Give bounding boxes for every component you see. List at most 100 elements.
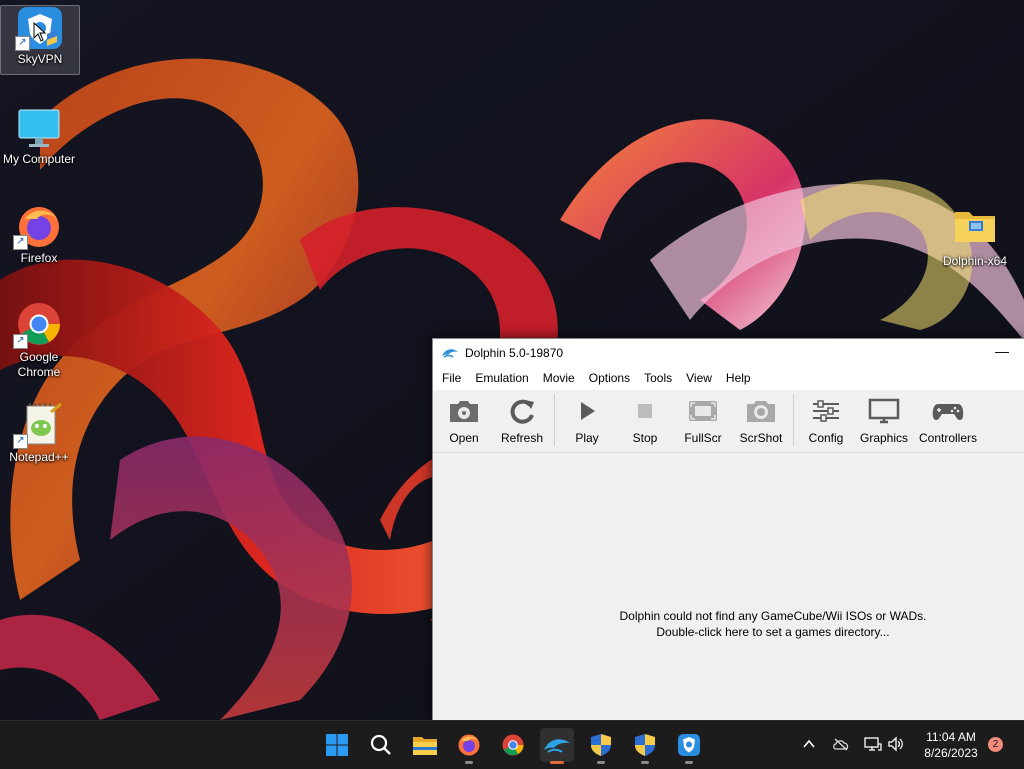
toolbar-separator <box>554 394 555 446</box>
play-label: Play <box>575 431 599 445</box>
chrome-icon <box>502 734 524 756</box>
taskbar-dolphin[interactable] <box>540 728 574 764</box>
window-titlebar[interactable]: Dolphin 5.0-19870 — <box>433 339 1024 366</box>
graphics-button[interactable]: Graphics <box>855 392 913 450</box>
desktop-icon-skyvpn[interactable]: ↗ SkyVPN <box>0 5 80 75</box>
dolphin-icon <box>544 739 570 753</box>
desktop-icon-notepadpp[interactable]: ↗ Notepad++ <box>0 402 78 465</box>
menu-help[interactable]: Help <box>719 368 758 388</box>
menu-file[interactable]: File <box>435 368 468 388</box>
stop-label: Stop <box>632 431 658 445</box>
taskbar-file-explorer[interactable] <box>408 728 442 762</box>
refresh-button[interactable]: Refresh <box>493 392 551 450</box>
chrome-icon: ↗ <box>13 300 63 349</box>
play-icon <box>581 402 595 420</box>
desktop-icon-chrome[interactable]: ↗ Google Chrome <box>0 300 78 380</box>
skyvpn-icon <box>678 734 700 756</box>
shortcut-arrow-icon: ↗ <box>15 36 30 51</box>
menu-tools[interactable]: Tools <box>637 368 679 388</box>
graphics-label: Graphics <box>859 431 909 445</box>
controllers-label: Controllers <box>918 431 978 445</box>
open-label: Open <box>449 431 479 445</box>
fullscreen-button[interactable]: FullScr <box>674 392 732 450</box>
chevron-up-icon[interactable] <box>802 737 816 751</box>
screenshot-button[interactable]: ScrShot <box>732 392 790 450</box>
toolbar-separator <box>793 394 794 446</box>
stop-button[interactable]: Stop <box>616 392 674 450</box>
empty-message-line1: Dolphin could not find any GameCube/Wii … <box>619 609 927 623</box>
running-indicator <box>465 761 473 764</box>
onedrive-offline-icon[interactable] <box>832 737 850 751</box>
menu-view[interactable]: View <box>679 368 719 388</box>
clock-time: 11:04 AM <box>926 730 976 744</box>
refresh-icon <box>510 399 534 424</box>
desktop-icon-firefox[interactable]: ↗ Firefox <box>0 203 78 266</box>
desktop-icon-label: SkyVPN <box>17 52 63 66</box>
start-button[interactable] <box>320 728 354 762</box>
active-indicator <box>550 761 564 764</box>
skyvpn-icon: ↗ <box>15 6 63 51</box>
dolphin-window[interactable]: Dolphin 5.0-19870 — File Emulation Movie… <box>432 338 1024 721</box>
search-icon <box>370 734 391 755</box>
stop-icon <box>638 404 652 418</box>
firefox-icon <box>458 734 480 756</box>
volume-icon[interactable] <box>888 736 904 752</box>
system-clock[interactable]: 11:04 AM 8/26/2023 <box>912 729 990 761</box>
window-title: Dolphin 5.0-19870 <box>465 345 564 360</box>
shortcut-arrow-icon: ↗ <box>13 235 28 250</box>
taskbar-firefox[interactable] <box>452 728 486 764</box>
screenshot-label: ScrShot <box>739 431 783 445</box>
taskbar-chrome[interactable] <box>496 728 530 762</box>
gamepad-icon <box>932 404 964 420</box>
notification-badge[interactable]: 2 <box>988 737 1003 752</box>
monitor-icon <box>868 398 900 424</box>
play-button[interactable]: Play <box>558 392 616 450</box>
clock-date: 8/26/2023 <box>924 746 978 760</box>
file-explorer-icon <box>413 737 437 755</box>
desktop-icon-label: My Computer <box>2 152 76 166</box>
open-icon <box>450 401 478 422</box>
menu-emulation[interactable]: Emulation <box>468 368 535 388</box>
empty-message-line2[interactable]: Double-click here to set a games directo… <box>433 625 1024 639</box>
monitor-icon <box>15 106 63 150</box>
desktop-icon-label: Dolphin-x64 <box>942 254 1008 268</box>
desktop-icon-label: Firefox <box>20 251 58 265</box>
running-indicator <box>641 761 649 764</box>
fullscreen-icon <box>689 401 717 421</box>
fullscreen-label: FullScr <box>684 431 722 445</box>
network-icon[interactable] <box>864 736 882 752</box>
taskbar: 11:04 AM 8/26/2023 2 <box>0 720 1024 769</box>
desktop-icon-label: Google Chrome <box>17 350 61 379</box>
game-list-area[interactable]: Dolphin could not find any GameCube/Wii … <box>433 453 1024 721</box>
running-indicator <box>685 761 693 764</box>
sliders-icon <box>813 400 839 422</box>
start-icon <box>326 734 348 756</box>
camera-icon <box>747 401 775 422</box>
toolbar: Open Refresh Play Stop FullScr ScrShot C… <box>433 390 1024 453</box>
notepadpp-icon: ↗ <box>13 402 63 449</box>
refresh-label: Refresh <box>500 431 544 445</box>
folder-icon <box>951 206 999 252</box>
running-indicator <box>597 761 605 764</box>
mouse-cursor-icon <box>33 22 47 42</box>
config-label: Config <box>808 431 844 445</box>
shield-icon <box>635 734 655 756</box>
config-button[interactable]: Config <box>797 392 855 450</box>
minimize-button[interactable]: — <box>979 339 1024 366</box>
menu-movie[interactable]: Movie <box>536 368 582 388</box>
shield-icon <box>591 734 611 756</box>
menu-options[interactable]: Options <box>582 368 637 388</box>
menu-bar: File Emulation Movie Options Tools View … <box>433 366 1024 390</box>
open-button[interactable]: Open <box>435 392 493 450</box>
desktop-icon-my-computer[interactable]: My Computer <box>0 106 78 167</box>
controllers-button[interactable]: Controllers <box>913 392 983 450</box>
firefox-icon: ↗ <box>13 203 63 250</box>
taskbar-shield-app-2[interactable] <box>628 728 662 764</box>
shortcut-arrow-icon: ↗ <box>13 434 28 449</box>
taskbar-shield-app-1[interactable] <box>584 728 618 764</box>
taskbar-search-button[interactable] <box>364 728 398 762</box>
taskbar-skyvpn[interactable] <box>672 728 706 764</box>
shortcut-arrow-icon: ↗ <box>13 334 28 349</box>
desktop-icon-dolphin-folder[interactable]: Dolphin-x64 <box>936 206 1014 269</box>
desktop-icon-label: Notepad++ <box>9 450 69 464</box>
